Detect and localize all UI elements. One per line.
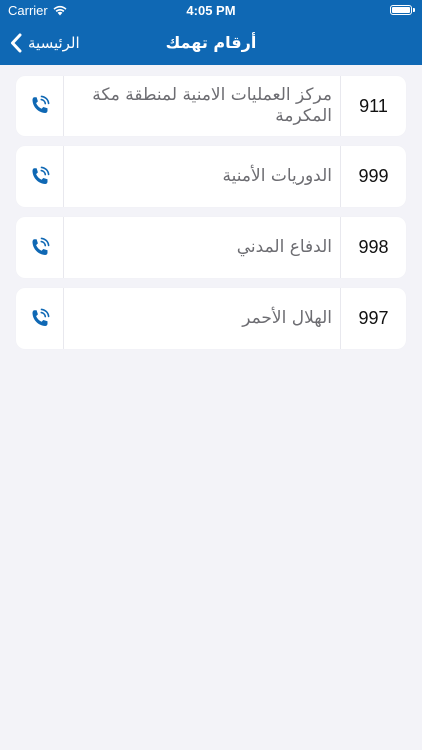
- contact-name: الدوريات الأمنية: [70, 146, 332, 207]
- contact-card[interactable]: 911 مركز العمليات الامنية لمنطقة مكة الم…: [16, 76, 406, 136]
- contact-name-text: الدوريات الأمنية: [222, 166, 332, 186]
- phone-call-icon: [32, 237, 49, 255]
- contact-name-text: مركز العمليات الامنية لمنطقة مكة المكرمة: [92, 85, 332, 126]
- contact-number: 911: [340, 76, 406, 136]
- battery-fill: [392, 7, 410, 13]
- contact-name-text: الهلال الأحمر: [242, 308, 332, 328]
- status-time: 4:05 PM: [186, 3, 236, 18]
- contact-name: الدفاع المدني: [70, 217, 332, 278]
- contact-card[interactable]: 999 الدوريات الأمنية: [16, 146, 406, 207]
- call-button[interactable]: [16, 146, 64, 207]
- contact-number: 998: [340, 217, 406, 278]
- phone-call-icon: [32, 166, 49, 184]
- status-bar: Carrier 4:05 PM: [0, 0, 422, 22]
- navigation-bar: الرئيسية أرقام تهمك: [0, 22, 422, 65]
- page-title: أرقام تهمك: [165, 33, 257, 52]
- contact-name: مركز العمليات الامنية لمنطقة مكة المكرمة: [70, 76, 332, 136]
- call-button[interactable]: [16, 76, 64, 136]
- call-button[interactable]: [16, 217, 64, 278]
- contact-name-text: الدفاع المدني: [236, 237, 332, 257]
- call-button[interactable]: [16, 288, 64, 349]
- contact-card[interactable]: 997 الهلال الأحمر: [16, 288, 406, 349]
- battery-icon: [390, 5, 415, 15]
- phone-call-icon: [32, 308, 49, 326]
- contacts-list: 911 مركز العمليات الامنية لمنطقة مكة الم…: [16, 76, 406, 359]
- top-bar: Carrier 4:05 PM الرئيسية أرقام تهمك: [0, 0, 422, 65]
- contact-card[interactable]: 998 الدفاع المدني: [16, 217, 406, 278]
- contact-number: 999: [340, 146, 406, 207]
- contact-name: الهلال الأحمر: [70, 288, 332, 349]
- phone-call-icon: [32, 95, 49, 113]
- contact-number: 997: [340, 288, 406, 349]
